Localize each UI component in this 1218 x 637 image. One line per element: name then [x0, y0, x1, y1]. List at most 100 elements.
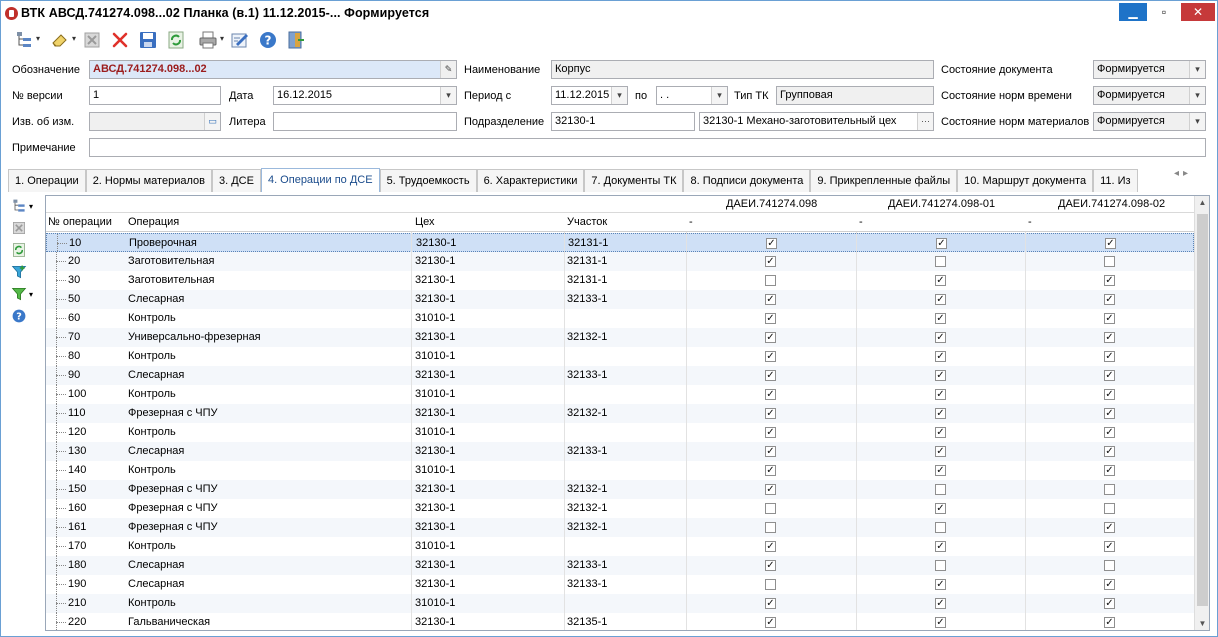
tab-11[interactable]: 11. Из	[1093, 169, 1138, 192]
table-row[interactable]: 220 Гальваническая 32130-1 32135-1 ✓ ✓ ✓	[46, 613, 1194, 630]
table-row[interactable]: 180 Слесарная 32130-1 32133-1 ✓	[46, 556, 1194, 575]
variant-2-checkbox[interactable]: ✓	[935, 275, 946, 286]
variant-3-checkbox[interactable]	[1104, 484, 1115, 495]
tab-10[interactable]: 10. Маршрут документа	[957, 169, 1094, 192]
delete-disabled-button[interactable]	[79, 28, 105, 52]
variant-3-checkbox[interactable]: ✓	[1104, 522, 1115, 533]
variant-2-checkbox[interactable]: ✓	[935, 446, 946, 457]
tab-6[interactable]: 6. Характеристики	[476, 169, 585, 192]
table-row[interactable]: 140 Контроль 31010-1 ✓ ✓ ✓	[46, 461, 1194, 480]
chevron-down-icon[interactable]: ▾	[611, 87, 627, 104]
period-to-field[interactable]: . . ▾	[656, 86, 728, 105]
variant-1-checkbox[interactable]: ✓	[765, 351, 776, 362]
tab-8[interactable]: 8. Подписи документа	[683, 169, 811, 192]
variant-2-checkbox[interactable]	[935, 256, 946, 267]
tab-scroll-left-icon[interactable]: ◂	[1174, 168, 1183, 179]
variant-1-checkbox[interactable]: ✓	[765, 446, 776, 457]
variant-3-checkbox[interactable]: ✓	[1104, 579, 1115, 590]
variant-3-checkbox[interactable]: ✓	[1104, 408, 1115, 419]
litera-field[interactable]	[273, 112, 457, 131]
table-row[interactable]: 190 Слесарная 32130-1 32133-1 ✓ ✓	[46, 575, 1194, 594]
variant-3-checkbox[interactable]: ✓	[1104, 351, 1115, 362]
table-row[interactable]: 100 Контроль 31010-1 ✓ ✓ ✓	[46, 385, 1194, 404]
tk-type-field[interactable]: Групповая	[776, 86, 934, 105]
variant-2-checkbox[interactable]	[935, 522, 946, 533]
variant-2-checkbox[interactable]: ✓	[935, 465, 946, 476]
eraser-button[interactable]	[43, 28, 77, 52]
column-header-shop[interactable]: Цех	[415, 213, 435, 232]
variant-2-checkbox[interactable]	[935, 560, 946, 571]
variant-1-checkbox[interactable]	[765, 579, 776, 590]
grid-filter-button[interactable]: ▾	[11, 283, 41, 305]
variant-3-checkbox[interactable]: ✓	[1104, 427, 1115, 438]
tab-4[interactable]: 4. Операции по ДСЕ	[260, 168, 380, 192]
table-row[interactable]: 110 Фрезерная с ЧПУ 32130-1 32132-1 ✓ ✓ ✓	[46, 404, 1194, 423]
variant-1-checkbox[interactable]: ✓	[765, 465, 776, 476]
variant-1-checkbox[interactable]: ✓	[765, 541, 776, 552]
time-state-select[interactable]: Формируется ▾	[1093, 86, 1206, 105]
table-row[interactable]: 10 Проверочная 32130-1 32131-1 ✓ ✓ ✓	[46, 233, 1194, 253]
variant-1-checkbox[interactable]: ✓	[765, 294, 776, 305]
variant-3-checkbox[interactable]: ✓	[1104, 617, 1115, 628]
variant-3-checkbox[interactable]: ✓	[1104, 313, 1115, 324]
grid-vertical-scrollbar[interactable]: ▲ ▼	[1194, 196, 1209, 630]
doc-state-select[interactable]: Формируется ▾	[1093, 60, 1206, 79]
variant-3-checkbox[interactable]	[1104, 256, 1115, 267]
designation-field[interactable]: АВСД.741274.098...02 ✎	[89, 60, 457, 79]
variant-1-checkbox[interactable]	[765, 275, 776, 286]
variant-1-checkbox[interactable]: ✓	[765, 389, 776, 400]
scrollbar-thumb[interactable]	[1197, 214, 1208, 606]
tab-scroll-arrows[interactable]: ◂▸	[1174, 168, 1192, 179]
grid-tree-tools-button[interactable]: ▾	[11, 195, 41, 217]
variant-3-checkbox[interactable]: ✓	[1104, 541, 1115, 552]
table-row[interactable]: 160 Фрезерная с ЧПУ 32130-1 32132-1 ✓	[46, 499, 1194, 518]
delete-button[interactable]	[107, 28, 133, 52]
variant-3-checkbox[interactable]: ✓	[1104, 370, 1115, 381]
chevron-down-icon[interactable]: ▾	[440, 87, 456, 104]
variant-1-checkbox[interactable]	[765, 503, 776, 514]
table-row[interactable]: 90 Слесарная 32130-1 32133-1 ✓ ✓ ✓	[46, 366, 1194, 385]
minimize-button[interactable]: ▁	[1119, 3, 1147, 21]
period-from-field[interactable]: 11.12.2015 ▾	[551, 86, 628, 105]
variant-3-checkbox[interactable]: ✓	[1104, 332, 1115, 343]
table-row[interactable]: 210 Контроль 31010-1 ✓ ✓ ✓	[46, 594, 1194, 613]
change-notice-field[interactable]: ▭	[89, 112, 221, 131]
tab-7[interactable]: 7. Документы ТК	[584, 169, 684, 192]
variant-1-checkbox[interactable]: ✓	[765, 408, 776, 419]
date-field[interactable]: 16.12.2015 ▾	[273, 86, 457, 105]
scroll-up-icon[interactable]: ▲	[1195, 198, 1209, 207]
table-row[interactable]: 30 Заготовительная 32130-1 32131-1 ✓ ✓	[46, 271, 1194, 290]
edit-button[interactable]	[227, 28, 253, 52]
variant-1-checkbox[interactable]: ✓	[765, 427, 776, 438]
variant-1-checkbox[interactable]: ✓	[765, 560, 776, 571]
table-row[interactable]: 60 Контроль 31010-1 ✓ ✓ ✓	[46, 309, 1194, 328]
scroll-down-icon[interactable]: ▼	[1195, 619, 1209, 628]
variant-2-checkbox[interactable]: ✓	[935, 598, 946, 609]
table-row[interactable]: 80 Контроль 31010-1 ✓ ✓ ✓	[46, 347, 1194, 366]
variant-1-checkbox[interactable]: ✓	[765, 598, 776, 609]
chevron-down-icon[interactable]: ▾	[1189, 113, 1205, 130]
column-header-op[interactable]: Операция	[128, 213, 179, 232]
variant-2-checkbox[interactable]: ✓	[935, 541, 946, 552]
variant-3-checkbox[interactable]: ✓	[1104, 446, 1115, 457]
variant-1-checkbox[interactable]: ✓	[765, 370, 776, 381]
grid-filter-add-button[interactable]	[11, 261, 41, 283]
variant-3-checkbox[interactable]: ✓	[1105, 238, 1116, 249]
chevron-down-icon[interactable]: ▾	[711, 87, 727, 104]
grid-delete-button[interactable]	[11, 217, 41, 239]
chevron-down-icon[interactable]: ▾	[1189, 61, 1205, 78]
chevron-down-icon[interactable]: ▾	[1189, 87, 1205, 104]
tab-scroll-right-icon[interactable]: ▸	[1183, 168, 1192, 179]
variant-1-checkbox[interactable]: ✓	[765, 256, 776, 267]
variant-1-checkbox[interactable]: ✓	[765, 484, 776, 495]
variant-1-checkbox[interactable]: ✓	[765, 313, 776, 324]
grid-help-button[interactable]: ?	[11, 305, 41, 327]
tab-9[interactable]: 9. Прикрепленные файлы	[810, 169, 958, 192]
help-button[interactable]: ?	[255, 28, 281, 52]
division-name-field[interactable]: 32130-1 Механо-заготовительный цех ···	[699, 112, 934, 131]
table-row[interactable]: 70 Универсально-фрезерная 32130-1 32132-1 ✓ ✓…	[46, 328, 1194, 347]
variant-1-checkbox[interactable]: ✓	[765, 332, 776, 343]
grid-refresh-button[interactable]	[11, 239, 41, 261]
variant-2-checkbox[interactable]: ✓	[936, 238, 947, 249]
variant-2-checkbox[interactable]: ✓	[935, 617, 946, 628]
